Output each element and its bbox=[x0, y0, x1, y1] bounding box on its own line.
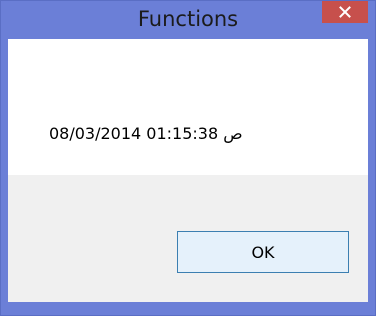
ok-button[interactable]: OK bbox=[177, 231, 349, 273]
close-button[interactable] bbox=[322, 1, 368, 23]
title-bar[interactable]: Functions bbox=[1, 1, 375, 38]
dialog-client-area: 08/03/2014 01:15:38 ص OK bbox=[8, 39, 368, 302]
message-area: 08/03/2014 01:15:38 ص bbox=[8, 39, 368, 175]
message-dialog: Functions 08/03/2014 01:15:38 ص OK bbox=[0, 0, 376, 316]
close-icon bbox=[339, 6, 351, 18]
window-title: Functions bbox=[137, 7, 239, 31]
message-text: 08/03/2014 01:15:38 ص bbox=[49, 124, 243, 143]
